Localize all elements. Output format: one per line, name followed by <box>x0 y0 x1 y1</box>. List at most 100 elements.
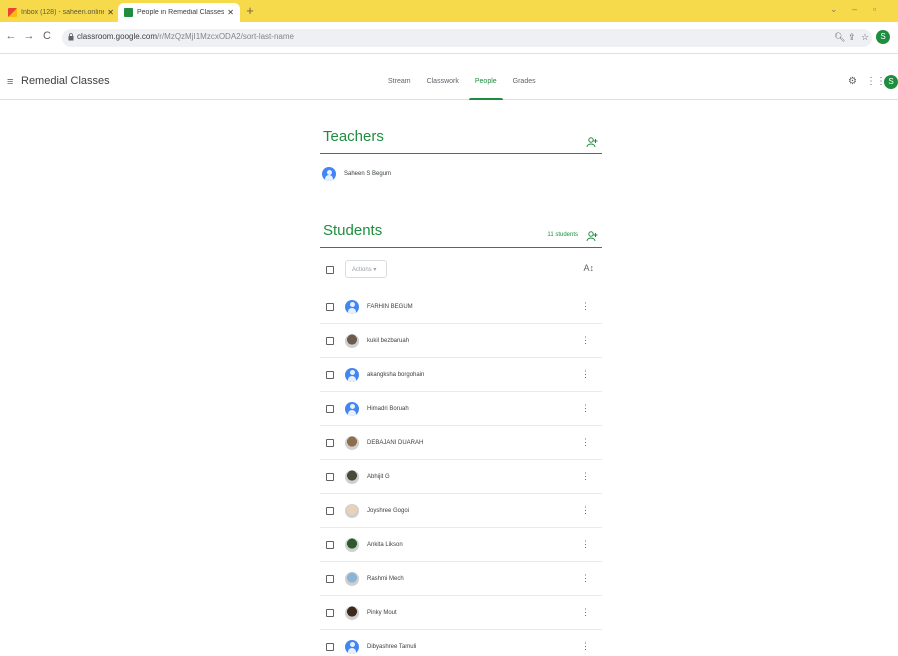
avatar <box>345 333 359 348</box>
more-options-icon[interactable]: ⋮ <box>581 539 590 550</box>
settings-icon[interactable]: ⚙ <box>848 76 857 87</box>
new-tab-button[interactable]: + <box>243 3 257 19</box>
forward-icon[interactable]: → <box>22 30 36 42</box>
zoom-icon[interactable]: 🔍︎ <box>834 32 845 43</box>
more-options-icon[interactable]: ⋮ <box>581 505 590 516</box>
more-options-icon[interactable]: ⋮ <box>581 369 590 380</box>
students-title: Students <box>323 222 383 239</box>
student-checkbox[interactable] <box>326 540 334 549</box>
student-name: kukil bezbaruah <box>367 337 410 344</box>
student-row[interactable]: akangksha borgohain ⋮ <box>320 358 602 392</box>
student-checkbox[interactable] <box>326 574 334 583</box>
student-row[interactable]: Abhijit G ⋮ <box>320 460 602 494</box>
apps-grid-icon[interactable]: ⋮⋮ <box>866 76 886 87</box>
browser-profile-avatar[interactable]: S <box>876 30 890 44</box>
sort-icon[interactable]: A↕ <box>583 263 594 273</box>
student-name: Joyshree Gogoi <box>367 507 410 514</box>
student-name: Dibyashree Tamuli <box>367 643 417 650</box>
teacher-row[interactable]: Saheen S Begum <box>322 162 391 186</box>
student-name: FARHIN BEGUM <box>367 303 413 310</box>
more-options-icon[interactable]: ⋮ <box>581 437 590 448</box>
student-name: Rashmi Mech <box>367 575 404 582</box>
student-name: DEBAJANI DUARAH <box>367 439 424 446</box>
chevron-down-icon[interactable]: ⌄ <box>830 4 838 15</box>
tab-inbox[interactable]: Inbox (128) - saheen.onlineclass ✕ <box>2 3 120 22</box>
more-options-icon[interactable]: ⋮ <box>581 403 590 414</box>
student-checkbox[interactable] <box>326 472 334 481</box>
address-bar-row: ← → C classroom.google.com/r/MzQzMjI1Mzc… <box>0 22 898 54</box>
more-options-icon[interactable]: ⋮ <box>581 335 590 346</box>
classroom-header: ≡ Remedial Classes Stream Classwork Peop… <box>0 66 898 100</box>
student-name: Ankita Likson <box>367 541 403 548</box>
actions-dropdown[interactable]: Actions ▾ <box>345 260 387 278</box>
invite-teacher-icon[interactable] <box>586 136 598 148</box>
tab-classwork[interactable]: Classwork <box>419 66 467 100</box>
close-tab-icon[interactable]: ✕ <box>107 8 114 17</box>
tab-people[interactable]: People <box>467 66 505 100</box>
student-checkbox[interactable] <box>326 642 334 651</box>
student-row[interactable]: Rashmi Mech ⋮ <box>320 562 602 596</box>
student-row[interactable]: FARHIN BEGUM ⋮ <box>320 290 602 324</box>
avatar <box>322 167 336 181</box>
avatar <box>345 605 359 620</box>
close-tab-icon[interactable]: ✕ <box>227 8 234 17</box>
share-icon[interactable]: ⇪ <box>848 32 856 43</box>
caret-down-icon: ▾ <box>373 267 377 273</box>
url-host: classroom.google.com <box>77 32 158 41</box>
tab-stream[interactable]: Stream <box>380 66 419 100</box>
more-options-icon[interactable]: ⋮ <box>581 641 590 652</box>
select-all-checkbox[interactable] <box>326 266 334 274</box>
student-row[interactable]: kukil bezbaruah ⋮ <box>320 324 602 358</box>
url-path: /r/MzQzMjI1MzcxODA2/sort-last-name <box>157 32 294 41</box>
student-name: Pinky Mout <box>367 609 397 616</box>
student-checkbox[interactable] <box>326 506 334 515</box>
url-bar[interactable]: classroom.google.com/r/MzQzMjI1MzcxODA2/… <box>62 29 872 47</box>
course-title[interactable]: Remedial Classes <box>21 75 110 87</box>
student-name: Abhijit G <box>367 473 390 480</box>
student-checkbox[interactable] <box>326 608 334 617</box>
account-avatar[interactable]: S <box>884 75 898 89</box>
reload-icon[interactable]: C <box>40 30 54 42</box>
student-name: akangksha borgohain <box>367 371 425 378</box>
student-row[interactable]: Dibyashree Tamuli ⋮ <box>320 630 602 656</box>
students-toolbar: Actions ▾ A↕ <box>320 256 602 284</box>
tab-people[interactable]: People in Remedial Classes ✕ <box>118 3 240 22</box>
student-row[interactable]: Ankita Likson ⋮ <box>320 528 602 562</box>
invite-student-icon[interactable] <box>586 230 598 242</box>
menu-icon[interactable]: ≡ <box>7 76 13 88</box>
student-row[interactable]: Pinky Mout ⋮ <box>320 596 602 630</box>
student-row[interactable]: Himadri Boruah ⋮ <box>320 392 602 426</box>
actions-label: Actions <box>352 267 372 273</box>
student-checkbox[interactable] <box>326 302 334 311</box>
browser-tab-strip: Inbox (128) - saheen.onlineclass ✕ Peopl… <box>0 0 898 22</box>
tab-grades[interactable]: Grades <box>505 66 544 100</box>
avatar <box>345 401 359 416</box>
tab-title: Inbox (128) - saheen.onlineclass <box>21 9 105 16</box>
avatar <box>345 367 359 382</box>
gmail-icon <box>8 8 17 17</box>
more-options-icon[interactable]: ⋮ <box>581 607 590 618</box>
student-checkbox[interactable] <box>326 404 334 413</box>
avatar <box>345 571 359 586</box>
teachers-header: Teachers <box>320 124 602 154</box>
students-header: Students 11 students <box>320 218 602 248</box>
minimize-icon[interactable]: – <box>852 4 857 14</box>
teachers-title: Teachers <box>323 128 384 145</box>
more-options-icon[interactable]: ⋮ <box>581 471 590 482</box>
back-icon[interactable]: ← <box>4 30 18 42</box>
classroom-icon <box>124 8 133 17</box>
more-options-icon[interactable]: ⋮ <box>581 573 590 584</box>
tab-title: People in Remedial Classes <box>137 9 225 16</box>
star-icon[interactable]: ☆ <box>861 32 869 43</box>
student-checkbox[interactable] <box>326 370 334 379</box>
student-name: Himadri Boruah <box>367 405 409 412</box>
course-nav-tabs: Stream Classwork People Grades <box>380 66 544 100</box>
avatar <box>345 469 359 484</box>
more-options-icon[interactable]: ⋮ <box>581 301 590 312</box>
restore-icon[interactable]: ▫ <box>873 4 876 14</box>
url-text: classroom.google.com/r/MzQzMjI1MzcxODA2/… <box>77 32 294 41</box>
student-checkbox[interactable] <box>326 438 334 447</box>
student-checkbox[interactable] <box>326 336 334 345</box>
student-row[interactable]: DEBAJANI DUARAH ⋮ <box>320 426 602 460</box>
student-row[interactable]: Joyshree Gogoi ⋮ <box>320 494 602 528</box>
